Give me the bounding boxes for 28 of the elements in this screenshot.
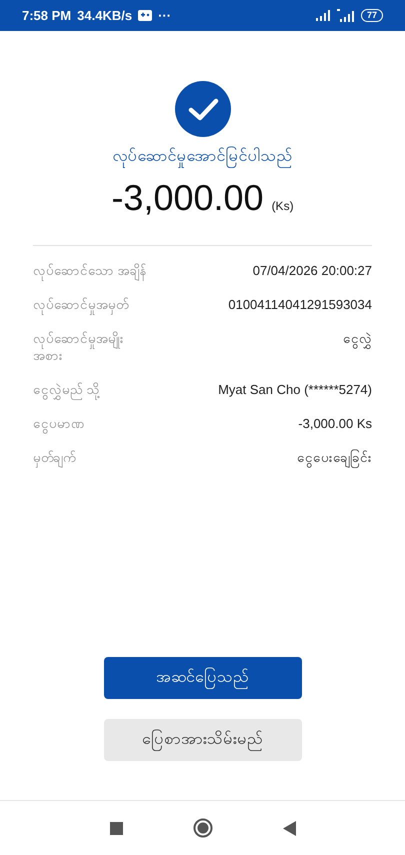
detail-label: မှတ်ချက် [33,449,75,466]
signal-icon [316,10,331,21]
detail-label: ငွေပမာဏ [33,415,85,432]
detail-label: ငွေလွှဲမည် သို့ [33,381,100,398]
detail-label: လုပ်ဆောင်မှုအမှတ် [33,296,128,313]
detail-label: လုပ်ဆောင်မှုအမျိုးအစား [33,330,125,364]
detail-value: ငွေပေးချေခြင်း [297,449,372,466]
more-notifications: ··· [158,8,172,23]
save-receipt-button[interactable]: ပြေစာအားသိမ်းမည် [104,719,302,761]
network-speed: 34.4KB/s [77,8,132,23]
amount: -3,000.00 [111,177,264,219]
currency: (Ks) [272,199,294,213]
recents-icon[interactable] [110,822,122,834]
signal-icon [336,9,355,22]
detail-label: လုပ်ဆောင်သော အချိန် [33,262,148,279]
check-icon [174,81,230,137]
back-icon[interactable] [282,820,296,836]
detail-value: Myat San Cho (******5274) [218,381,372,398]
detail-value: 07/04/2026 20:00:27 [252,262,372,279]
gamepad-icon [138,10,152,21]
success-title: လုပ်ဆောင်မှုအောင်မြင်ပါသည် [112,145,292,169]
detail-value: 01004114041291593034 [228,296,372,313]
detail-value: ငွေလွှဲ [343,330,372,347]
detail-value: -3,000.00 Ks [298,415,372,432]
home-icon[interactable] [192,818,212,838]
status-time: 7:58 PM [22,8,72,23]
ok-button[interactable]: အဆင်ပြေသည် [104,657,302,699]
battery-level: 77 [360,9,383,22]
